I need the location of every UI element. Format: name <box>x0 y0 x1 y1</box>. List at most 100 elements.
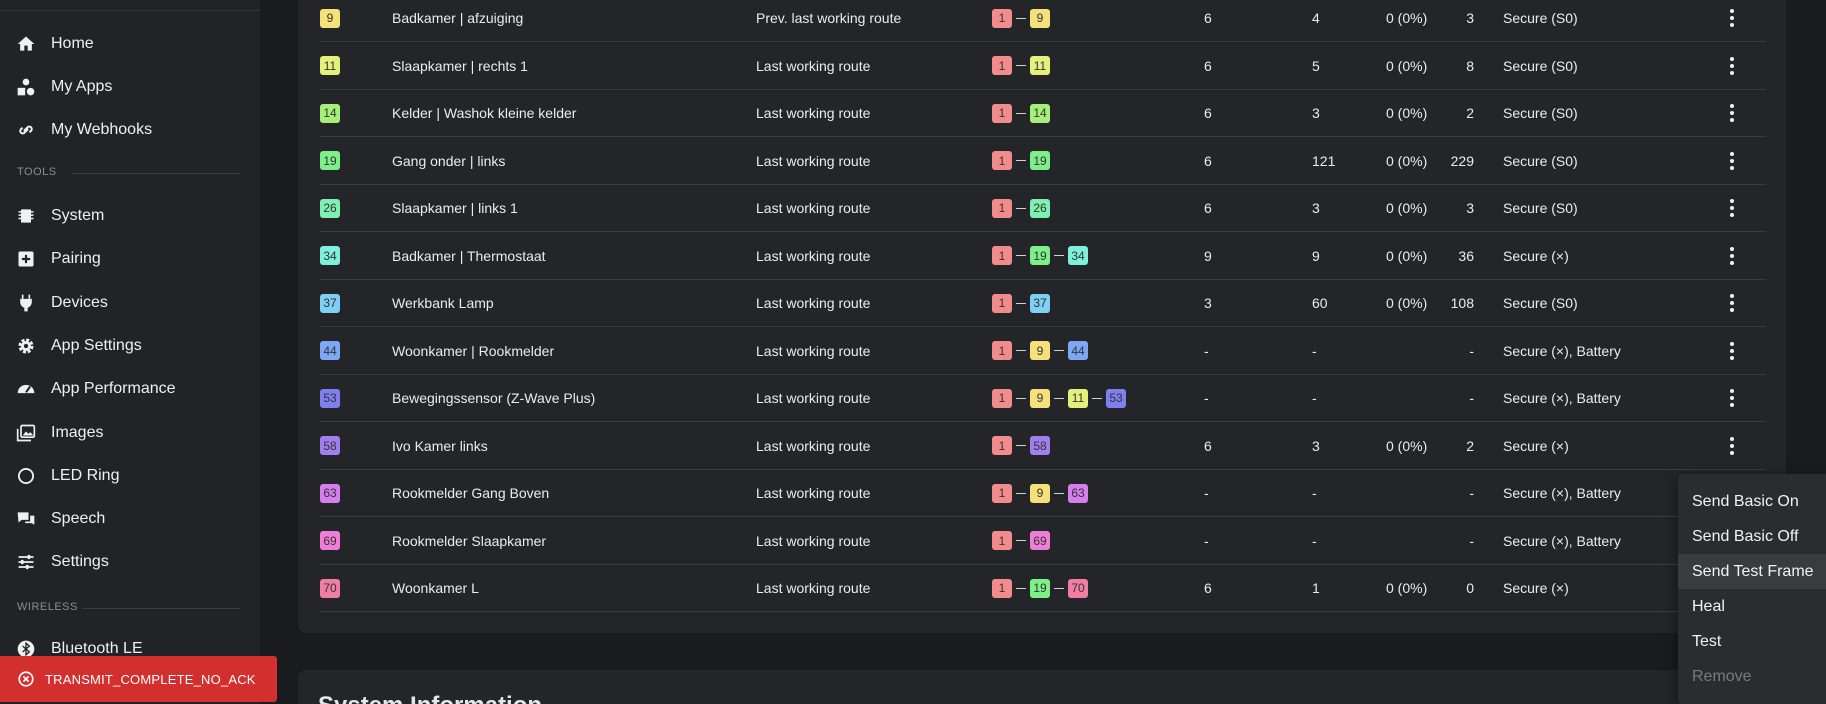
node-id-badge: 9 <box>320 8 340 28</box>
route-hop-badge: 37 <box>1030 293 1050 313</box>
route-separator <box>1016 112 1026 114</box>
sidebar-item-label: Home <box>51 35 94 52</box>
node-id-cell: 53 <box>320 374 340 422</box>
route-path: 1 9 44 <box>992 327 1088 375</box>
stat-col-3: 0 (0%) <box>1386 10 1428 26</box>
table-row[interactable]: 26 Slaapkamer | links 1 Last working route… <box>320 184 1766 232</box>
route-type: Last working route <box>756 342 871 359</box>
sidebar-item-my-apps[interactable]: My Apps <box>0 67 260 107</box>
route-hop-badge: 1 <box>992 531 1012 550</box>
stat-col-4: - <box>1469 390 1474 406</box>
menu-item-heal[interactable]: Heal <box>1678 589 1826 624</box>
more-options-icon[interactable] <box>1722 103 1742 123</box>
dot <box>1730 104 1734 108</box>
menu-item-send-basic-off[interactable]: Send Basic Off <box>1678 519 1826 554</box>
sidebar-item-settings[interactable]: Settings <box>0 542 260 582</box>
sidebar-item-label: Pairing <box>51 250 101 267</box>
sidebar-item-app-settings[interactable]: App Settings <box>0 326 260 366</box>
route-type: Last working route <box>756 105 871 121</box>
dot <box>1730 118 1734 122</box>
node-name: Badkamer | afzuiging <box>392 10 524 26</box>
more-options-icon[interactable] <box>1722 198 1742 218</box>
route-type: Prev. last working route <box>756 10 902 26</box>
node-name: Slaapkamer | links 1 <box>392 200 518 216</box>
route-path: 1 19 34 <box>992 232 1088 280</box>
stat-col-1: - <box>1204 390 1209 406</box>
sidebar-item-speech[interactable]: Speech <box>0 499 260 539</box>
menu-item-send-test-frame[interactable]: Send Test Frame <box>1678 554 1826 589</box>
sidebar-item-app-performance[interactable]: App Performance <box>0 369 260 409</box>
stat-col-1: 6 <box>1204 10 1212 26</box>
table-row[interactable]: 11 Slaapkamer | rechts 1 Last working rout… <box>320 42 1766 90</box>
menu-item-send-basic-on[interactable]: Send Basic On <box>1678 484 1826 519</box>
stat-col-1: 6 <box>1204 200 1212 216</box>
node-id-cell: 26 <box>320 184 340 232</box>
stat-col-2: 3 <box>1312 200 1320 216</box>
route-separator <box>1054 397 1064 399</box>
sidebar-item-label: My Apps <box>51 78 113 95</box>
stat-col-1: 3 <box>1204 295 1212 311</box>
dot <box>1730 199 1734 203</box>
security-status: Secure (×), Battery <box>1503 390 1621 406</box>
menu-item-test[interactable]: Test <box>1678 624 1826 659</box>
sidebar-item-led-ring[interactable]: LED Ring <box>0 456 260 496</box>
stat-col-1: - <box>1204 485 1209 501</box>
route-hop-badge: 1 <box>992 578 1012 598</box>
sidebar-item-devices[interactable]: Devices <box>0 283 260 323</box>
table-row[interactable]: 58 Ivo Kamer links Last working route 1 58 6 3… <box>320 422 1766 470</box>
section-divider <box>82 608 240 609</box>
route-path: 1 9 63 <box>992 469 1088 517</box>
node-id-badge: 14 <box>320 103 340 123</box>
dot <box>1730 9 1734 13</box>
route-separator <box>1054 587 1064 589</box>
stat-col-4: 36 <box>1458 247 1474 264</box>
sidebar-item-pairing[interactable]: Pairing <box>0 239 260 279</box>
stat-col-4: - <box>1469 532 1474 549</box>
sidebar-item-images[interactable]: Images <box>0 413 260 453</box>
more-options-icon[interactable] <box>1722 388 1742 408</box>
node-id-badge: 11 <box>320 56 340 75</box>
error-toast[interactable]: TRANSMIT_COMPLETE_NO_ACK <box>0 656 277 702</box>
dot <box>1730 23 1734 27</box>
node-id-badge: 53 <box>320 388 340 408</box>
table-row[interactable]: 37 Werkbank Lamp Last working route 1 37 3 60 0… <box>320 279 1766 327</box>
more-options-icon[interactable] <box>1722 8 1742 28</box>
node-name: Rookmelder Slaapkamer <box>392 532 547 549</box>
table-row[interactable]: 53 Bewegingssensor (Z-Wave Plus) Last work… <box>320 374 1766 422</box>
sidebar-item-home[interactable]: Home <box>0 24 260 64</box>
section-label-tools: TOOLS <box>17 166 57 178</box>
sidebar-item-label: LED Ring <box>51 467 120 484</box>
route-separator <box>1054 350 1064 351</box>
stat-col-1: - <box>1204 532 1209 549</box>
more-options-icon[interactable] <box>1722 151 1742 171</box>
table-row[interactable]: 63 Rookmelder Gang Boven Last working rout… <box>320 469 1766 517</box>
sidebar-item-label: System <box>51 207 105 224</box>
table-row[interactable]: 34 Badkamer | Thermostaat Last working rou… <box>320 232 1766 280</box>
close-circle-icon[interactable] <box>17 670 35 688</box>
table-row[interactable]: 19 Gang onder | links Last working route 1 1… <box>320 137 1766 185</box>
node-id-cell: 70 <box>320 564 340 612</box>
more-options-icon[interactable] <box>1722 293 1742 313</box>
stat-col-2: 5 <box>1312 57 1320 74</box>
stat-col-1: 6 <box>1204 105 1212 121</box>
route-path: 1 9 11 53 <box>992 374 1126 422</box>
table-row[interactable]: 69 Rookmelder Slaapkamer Last working rout… <box>320 517 1766 565</box>
more-options-icon[interactable] <box>1722 246 1742 266</box>
stat-col-3: 0 (0%) <box>1386 247 1428 264</box>
more-options-icon[interactable] <box>1722 341 1742 361</box>
more-options-icon[interactable] <box>1722 436 1742 456</box>
more-options-icon[interactable] <box>1722 56 1742 76</box>
sidebar-item-system[interactable]: System <box>0 196 260 236</box>
section-divider <box>72 173 240 174</box>
node-id-cell: 63 <box>320 469 340 517</box>
sidebar-item-label: Devices <box>51 294 108 311</box>
sidebar-item-my-webhooks[interactable]: My Webhooks <box>0 110 260 150</box>
table-row[interactable]: 44 Woonkamer | Rookmelder Last working rou… <box>320 327 1766 375</box>
route-hop-badge: 1 <box>992 483 1012 503</box>
table-row[interactable]: 9 Badkamer | afzuiging Prev. last working … <box>320 0 1766 42</box>
route-separator <box>1092 397 1102 399</box>
dot <box>1730 294 1734 298</box>
table-row[interactable]: 70 Woonkamer L Last working route 1 19 70 6 1 0 … <box>320 564 1766 612</box>
table-row[interactable]: 14 Kelder | Washok kleine kelder Last work… <box>320 89 1766 137</box>
node-name: Werkbank Lamp <box>392 295 494 311</box>
